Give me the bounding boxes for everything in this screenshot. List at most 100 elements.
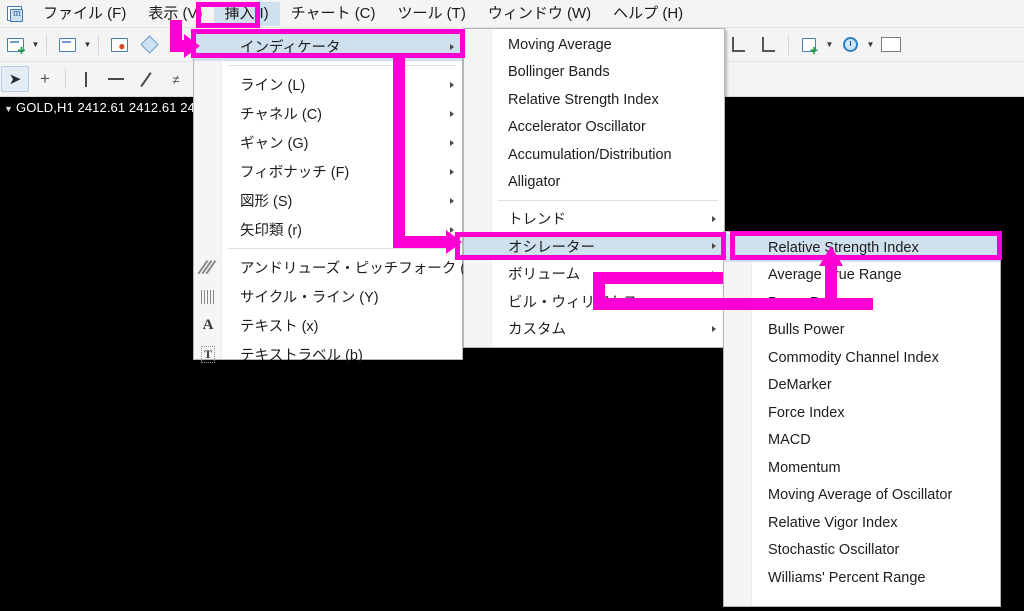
- menu-chart[interactable]: チャート (C): [280, 2, 387, 26]
- menu-item-relative-strength-index[interactable]: Relative Strength Index: [464, 86, 724, 114]
- menu-help[interactable]: ヘルプ (H): [602, 2, 694, 26]
- menu-item-label: テキスト (x): [240, 319, 319, 335]
- menu-item-cycle-lines[interactable]: サイクル・ライン (Y): [194, 282, 462, 311]
- chevron-right-icon: [712, 215, 716, 222]
- menu-item-text[interactable]: A テキスト (x): [194, 311, 462, 340]
- insert-dropdown-menu: インディケータ ライン (L) チャネル (C) ギャン (G) フィボナッチ …: [193, 30, 480, 364]
- equidistant-channel-icon[interactable]: ≠: [162, 66, 190, 92]
- chevron-right-icon: [450, 168, 454, 175]
- toolbar-separator: [65, 69, 66, 89]
- menu-item-bollinger-bands[interactable]: Bollinger Bands: [464, 59, 724, 87]
- chevron-right-icon: [450, 197, 454, 204]
- annotation-indicators-item-box: [191, 29, 465, 58]
- new-chart-icon[interactable]: +: [1, 32, 29, 58]
- menu-item-accelerator-oscillator[interactable]: Accelerator Oscillator: [464, 114, 724, 142]
- menu-item-moving-average-of-oscillator[interactable]: Moving Average of Oscillator: [724, 482, 1000, 510]
- trendline-icon[interactable]: [132, 66, 160, 92]
- menu-item-label: ライン (L): [240, 78, 306, 94]
- profiles-icon[interactable]: [53, 32, 81, 58]
- menu-item-label: アンドリューズ・ピッチフォーク (A): [240, 261, 480, 277]
- menu-item-channel[interactable]: チャネル (C): [194, 99, 462, 128]
- menu-item-label: カスタム: [508, 322, 566, 339]
- menu-item-trend[interactable]: トレンド: [464, 205, 724, 233]
- menu-bar: ファイル (F) 表示 (V) 挿入(I) チャート (C) ツール (T) ウ…: [0, 0, 1024, 28]
- menu-item-line[interactable]: ライン (L): [194, 70, 462, 99]
- menu-item-demarker[interactable]: DeMarker: [724, 372, 1000, 400]
- menu-item-accumulation-distribution[interactable]: Accumulation/Distribution: [464, 141, 724, 169]
- menu-item-label: サイクル・ライン (Y): [240, 290, 379, 306]
- menu-separator: [228, 248, 456, 249]
- menu-item-shapes[interactable]: 図形 (S): [194, 186, 462, 215]
- menu-item-label: ギャン (G): [240, 136, 309, 152]
- menu-item-label: Accumulation/Distribution: [508, 146, 672, 163]
- menu-item-label: トレンド: [508, 212, 566, 229]
- menu-file[interactable]: ファイル (F): [32, 2, 137, 26]
- menu-item-label: Bollinger Bands: [508, 64, 610, 81]
- cursor-icon[interactable]: ➤: [1, 66, 29, 92]
- menu-item-force-index[interactable]: Force Index: [724, 399, 1000, 427]
- pitchfork-icon: [197, 258, 218, 278]
- chart-caret-icon: ▼: [4, 104, 14, 114]
- vertical-line-icon[interactable]: [72, 66, 100, 92]
- menu-item-relative-vigor-index[interactable]: Relative Vigor Index: [724, 509, 1000, 537]
- menu-item-label: Alligator: [508, 174, 561, 191]
- menu-separator: [228, 65, 456, 66]
- menu-item-bulls-power[interactable]: Bulls Power: [724, 317, 1000, 345]
- menu-item-custom[interactable]: カスタム: [464, 315, 724, 343]
- menu-item-momentum[interactable]: Momentum: [724, 454, 1000, 482]
- new-chart-dropdown-icon[interactable]: ▼: [30, 32, 41, 58]
- menu-item-label: ボリューム: [508, 267, 581, 284]
- menu-item-label: DeMarker: [768, 377, 832, 394]
- timeframes-icon[interactable]: [836, 32, 864, 58]
- menu-item-andrews-pitchfork[interactable]: アンドリューズ・ピッチフォーク (A): [194, 253, 480, 282]
- menu-window[interactable]: ウィンドウ (W): [477, 2, 602, 26]
- menu-item-moving-average[interactable]: Moving Average: [464, 31, 724, 59]
- metatrader-app-icon: [4, 3, 26, 25]
- menu-item-average-true-range[interactable]: Average True Range: [724, 262, 1000, 290]
- menu-item-label: Commodity Channel Index: [768, 349, 939, 366]
- metatrader-window: ▼GOLD,H1 2412.61 2412.61 2411 ファイル (F) 表…: [0, 0, 1024, 611]
- data-window-icon[interactable]: [135, 32, 163, 58]
- toolbar-separator: [788, 34, 789, 55]
- menu-item-label: Stochastic Oscillator: [768, 542, 900, 559]
- crosshair-icon[interactable]: +: [31, 66, 59, 92]
- menu-item-fibonacci[interactable]: フィボナッチ (F): [194, 157, 462, 186]
- menu-item-gann[interactable]: ギャン (G): [194, 128, 462, 157]
- profiles-dropdown-icon[interactable]: ▼: [82, 32, 93, 58]
- annotation-connector-horizontal-3: [593, 272, 723, 284]
- menu-item-label: Moving Average: [508, 36, 612, 53]
- indicators-dropdown-icon[interactable]: ▼: [824, 32, 835, 58]
- horizontal-line-icon[interactable]: [102, 66, 130, 92]
- annotation-rsi-item-box: [730, 231, 1002, 260]
- market-watch-icon[interactable]: ●: [105, 32, 133, 58]
- chart-symbol-text: GOLD,H1 2412.61 2412.61 2411: [16, 100, 209, 115]
- text-icon: A: [202, 317, 214, 333]
- menu-item-text-label[interactable]: T テキストラベル (b): [194, 340, 462, 369]
- auto-scroll-icon[interactable]: [754, 32, 782, 58]
- timeframes-dropdown-icon[interactable]: ▼: [865, 32, 876, 58]
- templates-icon[interactable]: [877, 32, 905, 58]
- menu-item-williams-percent-range[interactable]: Williams' Percent Range: [724, 564, 1000, 592]
- shift-end-icon[interactable]: [724, 32, 752, 58]
- annotation-connector-horizontal-2: [393, 236, 453, 248]
- chevron-right-icon: [712, 325, 716, 332]
- menu-item-macd[interactable]: MACD: [724, 427, 1000, 455]
- menu-item-label: フィボナッチ (F): [240, 165, 350, 181]
- annotation-oscillators-item-box: [455, 232, 726, 260]
- menu-item-label: Accelerator Oscillator: [508, 119, 646, 136]
- menu-item-label: Force Index: [768, 404, 845, 421]
- annotation-insert-menu-box: [196, 2, 260, 28]
- chevron-right-icon: [450, 139, 454, 146]
- menu-item-label: チャネル (C): [240, 107, 323, 123]
- menu-item-alligator[interactable]: Alligator: [464, 169, 724, 197]
- text-label-icon: T: [198, 345, 218, 365]
- menu-item-label: Bulls Power: [768, 322, 845, 339]
- menu-item-stochastic-oscillator[interactable]: Stochastic Oscillator: [724, 537, 1000, 565]
- chevron-right-icon: [450, 81, 454, 88]
- menu-item-commodity-channel-index[interactable]: Commodity Channel Index: [724, 344, 1000, 372]
- indicators-add-icon[interactable]: +: [795, 32, 823, 58]
- menu-tools[interactable]: ツール (T): [387, 2, 477, 26]
- menu-item-label: Momentum: [768, 459, 841, 476]
- toolbar-separator: [46, 34, 47, 55]
- chart-symbol-label: ▼ GOLD,H1 2412.61 2412.61 2411: [0, 97, 213, 118]
